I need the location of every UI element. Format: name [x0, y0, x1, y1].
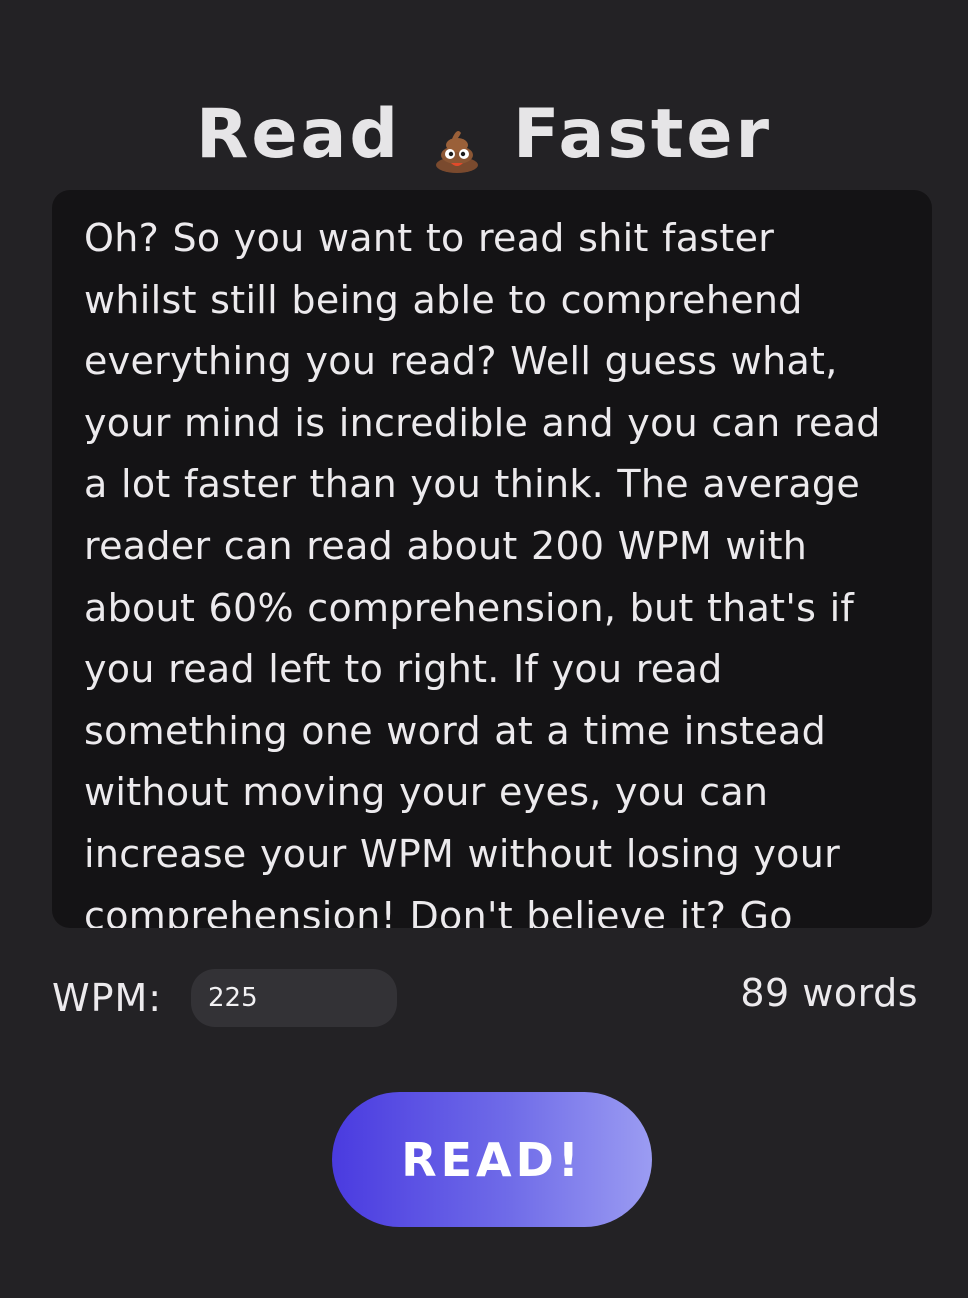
poop-emoji-icon — [435, 111, 479, 174]
app-root: Read Faster Oh? So you want to read shit… — [0, 0, 968, 1298]
word-count: 89 words — [740, 971, 918, 1015]
page-title: Read Faster — [0, 92, 968, 175]
title-read: Read — [195, 95, 402, 175]
title-faster: Faster — [513, 95, 773, 175]
reading-text: Oh? So you want to read shit faster whil… — [84, 216, 881, 928]
wpm-input[interactable] — [191, 969, 397, 1027]
read-button[interactable]: READ! — [332, 1092, 652, 1227]
reading-text-area[interactable]: Oh? So you want to read shit faster whil… — [52, 190, 932, 928]
wpm-label: WPM: — [52, 976, 163, 1020]
